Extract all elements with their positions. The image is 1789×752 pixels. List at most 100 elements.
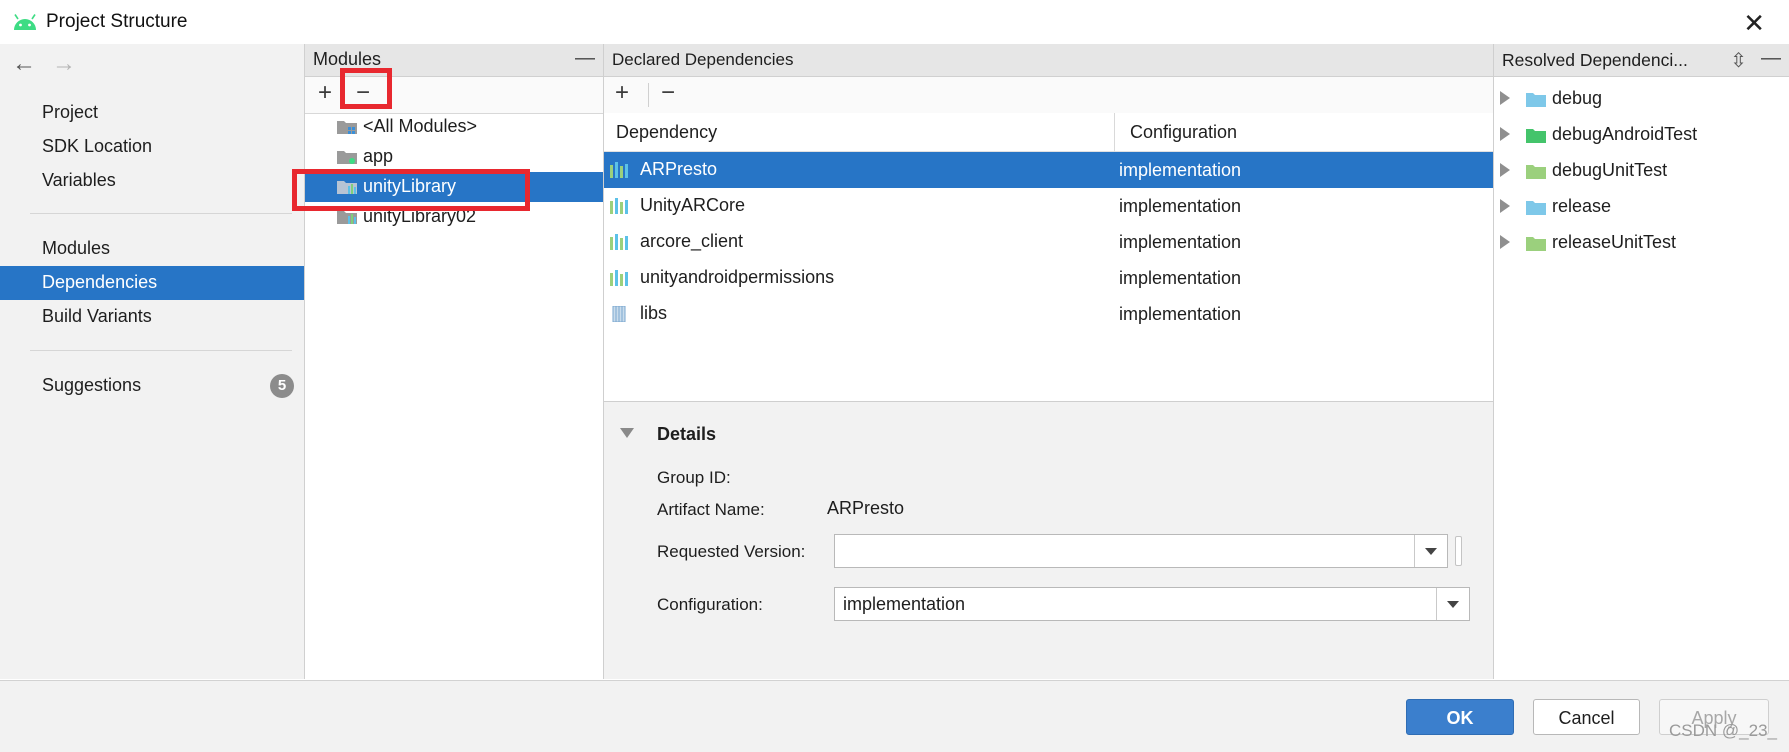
- version-extra-button[interactable]: [1455, 536, 1462, 566]
- nav-item-dependencies[interactable]: Dependencies: [0, 266, 304, 300]
- details-title: Details: [657, 424, 717, 444]
- module-row-all-modules[interactable]: <All Modules>: [305, 112, 603, 142]
- nav-divider: [30, 213, 292, 214]
- expand-arrow-icon[interactable]: [1500, 235, 1510, 249]
- app-module-icon: [337, 151, 357, 164]
- nav-item-label: Dependencies: [42, 272, 158, 292]
- dependency-config: implementation: [1119, 232, 1242, 252]
- back-arrow-icon[interactable]: ←: [12, 50, 36, 78]
- folder-icon: [1526, 237, 1546, 251]
- resolved-header-label: Resolved Dependenci...: [1502, 50, 1688, 70]
- nav-item-label: Build Variants: [42, 306, 152, 326]
- requested-version-label: Requested Version:: [657, 542, 806, 561]
- collapse-all-icon[interactable]: ⇳: [1730, 48, 1747, 73]
- dependency-config: implementation: [1119, 196, 1242, 216]
- library-icon: [610, 270, 628, 286]
- requested-version-dropdown-button[interactable]: [1414, 535, 1447, 567]
- left-navigation: ← → Project SDK Location Variables Modul…: [0, 44, 305, 679]
- folder-icon: [1526, 93, 1546, 107]
- dependency-name: UnityARCore: [640, 195, 746, 215]
- nav-item-label: SDK Location: [42, 136, 153, 156]
- folder-icon: [1526, 201, 1546, 215]
- close-icon[interactable]: ✕: [1743, 8, 1765, 39]
- nav-item-sdk-location[interactable]: SDK Location: [0, 130, 304, 164]
- nav-item-label: Modules: [42, 238, 111, 258]
- minimize-icon[interactable]: —: [575, 47, 595, 70]
- dependency-row[interactable]: unityandroidpermissions implementation: [604, 260, 1493, 296]
- dependency-row[interactable]: ARPresto implementation: [604, 152, 1493, 188]
- jar-icon: [612, 306, 626, 322]
- chevron-down-icon: [1447, 601, 1459, 608]
- dialog-button-bar: OK Cancel Apply CSDN @_23_: [0, 680, 1789, 752]
- resolved-tree-item[interactable]: debugAndroidTest: [1494, 117, 1789, 153]
- module-row-app[interactable]: app: [305, 142, 603, 172]
- folder-icon: [1526, 165, 1546, 179]
- library-icon: [610, 198, 628, 214]
- title-bar: Project Structure ✕: [0, 0, 1789, 45]
- module-label: app: [363, 146, 394, 166]
- modules-header-label: Modules: [313, 49, 382, 69]
- resolved-tree-item[interactable]: release: [1494, 189, 1789, 225]
- resolved-tree-item[interactable]: releaseUnitTest: [1494, 225, 1789, 261]
- dependency-name: libs: [640, 303, 668, 323]
- resolved-tree: debug debugAndroidTest debugUnitTest releas…: [1494, 77, 1789, 679]
- expand-arrow-icon[interactable]: [1500, 127, 1510, 141]
- artifact-name-value: ARPresto: [827, 498, 905, 518]
- folder-icon: [1526, 129, 1546, 143]
- resolved-tree-item[interactable]: debug: [1494, 81, 1789, 117]
- column-label: Configuration: [1130, 122, 1238, 142]
- configuration-label: Configuration:: [657, 595, 763, 614]
- nav-item-suggestions[interactable]: Suggestions 5: [0, 369, 304, 403]
- resolved-item-label: debugUnitTest: [1552, 160, 1668, 180]
- dependency-config: implementation: [1119, 160, 1242, 180]
- modules-panel: Modules — + − <All Modules> app unityLib…: [305, 44, 604, 679]
- expand-arrow-icon[interactable]: [1500, 199, 1510, 213]
- add-dependency-button[interactable]: +: [608, 79, 636, 107]
- declared-header: Declared Dependencies: [604, 44, 1493, 77]
- nav-item-project[interactable]: Project: [0, 96, 304, 130]
- nav-item-build-variants[interactable]: Build Variants: [0, 300, 304, 334]
- dependency-row[interactable]: UnityARCore implementation: [604, 188, 1493, 224]
- dependency-name: arcore_client: [640, 231, 744, 251]
- library-icon: [610, 234, 628, 250]
- declared-dependencies-panel: Declared Dependencies + − Dependency Con…: [604, 44, 1494, 679]
- configuration-dropdown-button[interactable]: [1436, 588, 1469, 620]
- expand-arrow-icon[interactable]: [1500, 163, 1510, 177]
- remove-dependency-button[interactable]: −: [654, 79, 682, 107]
- collapse-details-icon[interactable]: [620, 428, 634, 438]
- resolved-header: Resolved Dependenci... ⇳ —: [1494, 44, 1789, 77]
- requested-version-combobox[interactable]: [834, 534, 1448, 568]
- column-label: Dependency: [616, 122, 718, 142]
- ok-button[interactable]: OK: [1406, 699, 1514, 735]
- declared-header-label: Declared Dependencies: [612, 50, 794, 69]
- add-module-button[interactable]: +: [311, 79, 339, 107]
- resolved-tree-item[interactable]: debugUnitTest: [1494, 153, 1789, 189]
- chevron-down-icon: [1425, 548, 1437, 555]
- resolved-item-label: release: [1552, 196, 1612, 216]
- expand-arrow-icon[interactable]: [1500, 91, 1510, 105]
- suggestions-count-badge: 5: [270, 374, 294, 398]
- nav-item-variables[interactable]: Variables: [0, 164, 304, 198]
- cancel-button[interactable]: Cancel: [1533, 699, 1640, 735]
- module-label: <All Modules>: [363, 116, 478, 136]
- highlight-box-unitylibrary: [292, 169, 530, 211]
- toolbar-divider: [648, 83, 649, 107]
- nav-item-modules[interactable]: Modules: [0, 232, 304, 266]
- nav-item-label: Project: [42, 102, 99, 122]
- minimize-icon[interactable]: —: [1761, 47, 1781, 70]
- dependency-row[interactable]: arcore_client implementation: [604, 224, 1493, 260]
- forward-arrow-icon[interactable]: →: [52, 50, 76, 78]
- watermark: CSDN @_23_: [1669, 721, 1777, 740]
- column-header-dependency[interactable]: Dependency: [604, 113, 1115, 152]
- dependency-config: implementation: [1119, 304, 1242, 324]
- dependency-name: unityandroidpermissions: [640, 267, 835, 287]
- nav-item-label: Variables: [42, 170, 116, 190]
- dependency-row[interactable]: libs implementation: [604, 296, 1493, 332]
- column-header-configuration[interactable]: Configuration: [1115, 113, 1493, 152]
- resolved-item-label: debugAndroidTest: [1552, 124, 1698, 144]
- resolved-item-label: releaseUnitTest: [1552, 232, 1677, 252]
- resolved-item-label: debug: [1552, 88, 1603, 108]
- highlight-box-remove: [340, 68, 392, 109]
- configuration-combobox[interactable]: implementation: [834, 587, 1470, 621]
- configuration-value: implementation: [843, 594, 966, 614]
